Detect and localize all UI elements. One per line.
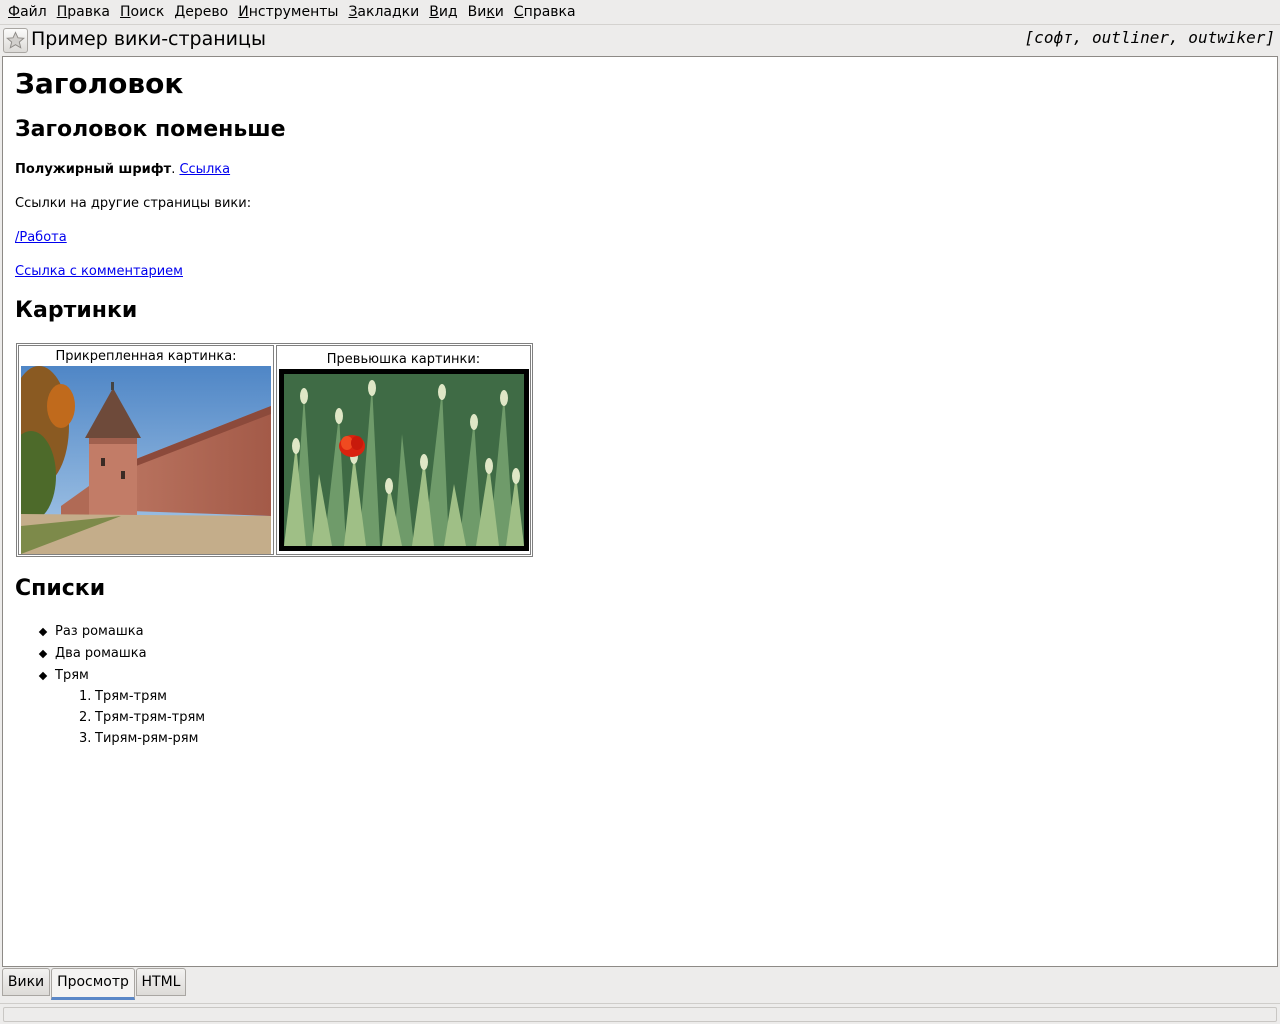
numbered-list: 1. Трям-трям 2. Трям-трям-трям 3. Тирям-рям… xyxy=(15,686,205,749)
tab-html[interactable]: HTML xyxy=(136,968,186,996)
bookmark-star-button[interactable] xyxy=(3,28,28,53)
menu-file-accel: Ф xyxy=(8,4,21,20)
page-tags[interactable]: [софт, outliner, outwiker] xyxy=(1025,27,1275,49)
item-number: 1. xyxy=(79,689,92,704)
list-item-text: Раз ромашка xyxy=(55,624,144,639)
menu-bookmarks[interactable]: Закладки xyxy=(343,1,424,23)
numbered-item: 1. Трям-трям xyxy=(15,686,205,707)
status-bar xyxy=(0,1003,1280,1024)
menu-wiki-accel: к xyxy=(486,4,495,20)
attached-image-cell: Прикрепленная картинка: xyxy=(18,345,274,555)
images-table: Прикрепленная картинка: Превьюшка картин… xyxy=(16,343,533,557)
tab-preview[interactable]: Просмотр xyxy=(51,968,135,1000)
page-link-paragraph: /Работа xyxy=(15,229,67,247)
menu-tree-accel: Д xyxy=(174,4,186,20)
menu-search-label: оиск xyxy=(130,4,165,20)
status-bar-field xyxy=(3,1007,1277,1022)
menu-wiki-label: и xyxy=(494,4,504,20)
menu-edit-accel: П xyxy=(56,4,68,20)
thumbnail-image[interactable] xyxy=(279,369,529,551)
view-tabs: Вики Просмотр HTML xyxy=(0,967,1280,1001)
menu-file[interactable]: Файл xyxy=(3,1,52,23)
bullet-icon xyxy=(38,627,48,637)
menu-tools-label: нструменты xyxy=(248,4,339,20)
menu-wiki-pre: Ви xyxy=(467,4,487,20)
numbered-item: 2. Трям-трям-трям xyxy=(15,707,205,728)
menu-wiki[interactable]: Вики xyxy=(463,1,509,23)
menu-edit-label: равка xyxy=(67,4,110,20)
attached-image[interactable] xyxy=(21,366,271,554)
menu-view-label: ид xyxy=(438,4,458,20)
numbered-item-text: Трям-трям-трям xyxy=(95,710,206,725)
menu-help[interactable]: Справка xyxy=(509,1,581,23)
menu-bar: Файл Правка Поиск Дерево Инструменты Зак… xyxy=(0,0,1280,25)
menu-help-label: правка xyxy=(523,4,576,20)
numbered-item: 3. Тирям-рям-рям xyxy=(15,728,205,749)
bullet-icon xyxy=(38,649,48,659)
menu-file-label: айл xyxy=(20,4,47,20)
attached-image-caption: Прикрепленная картинка: xyxy=(55,349,237,364)
menu-search[interactable]: Поиск xyxy=(115,1,169,23)
menu-view-accel: В xyxy=(429,4,439,20)
comment-link-paragraph: Ссылка с комментарием xyxy=(15,263,183,281)
bullet-icon xyxy=(38,671,48,681)
list-item: Раз ромашка xyxy=(15,621,147,643)
list-item-text: Трям xyxy=(55,668,89,683)
menu-tools-accel: И xyxy=(238,4,249,20)
page-title-row: Пример вики-страницы [софт, outliner, ou… xyxy=(0,26,1280,54)
menu-view[interactable]: Вид xyxy=(424,1,462,23)
numbered-item-text: Тирям-рям-рям xyxy=(95,731,199,746)
lists-heading: Списки xyxy=(15,576,106,601)
bold-text: Полужирный шрифт xyxy=(15,162,172,177)
menu-help-accel: С xyxy=(513,4,524,20)
thumbnail-image-cell: Превьюшка картинки: xyxy=(276,345,531,555)
menu-tools[interactable]: Инструменты xyxy=(233,1,343,23)
preview-area: Заголовок Заголовок поменьше Полужирный … xyxy=(2,56,1278,967)
item-number: 2. xyxy=(79,710,92,725)
tab-wiki[interactable]: Вики xyxy=(2,968,50,996)
numbered-item-text: Трям-трям xyxy=(95,689,167,704)
bullet-list: Раз ромашка Два ромашка Трям xyxy=(15,621,147,687)
page-title: Пример вики-страницы xyxy=(31,28,266,50)
item-number: 3. xyxy=(79,731,92,746)
bold-paragraph: Полужирный шрифт. Ссылка xyxy=(15,161,230,179)
list-item-text: Два ромашка xyxy=(55,646,147,661)
menu-tree-label: ерево xyxy=(185,4,229,20)
menu-edit[interactable]: Правка xyxy=(52,1,115,23)
wiki-links-text: Ссылки на другие страницы вики: xyxy=(15,196,252,211)
menu-tree[interactable]: Дерево xyxy=(169,1,233,23)
menu-bookmarks-label: акладки xyxy=(357,4,420,20)
menu-search-accel: П xyxy=(120,4,131,20)
pictures-heading: Картинки xyxy=(15,298,138,323)
page-link-work[interactable]: /Работа xyxy=(15,230,67,245)
comment-link[interactable]: Ссылка с комментарием xyxy=(15,264,183,279)
heading-1: Заголовок xyxy=(15,67,184,100)
heading-2: Заголовок поменьше xyxy=(15,117,286,142)
star-icon xyxy=(6,31,25,49)
link[interactable]: Ссылка xyxy=(179,162,230,177)
list-item: Два ромашка xyxy=(15,643,147,665)
list-item: Трям xyxy=(15,665,147,687)
thumbnail-image-caption: Превьюшка картинки: xyxy=(326,352,481,367)
